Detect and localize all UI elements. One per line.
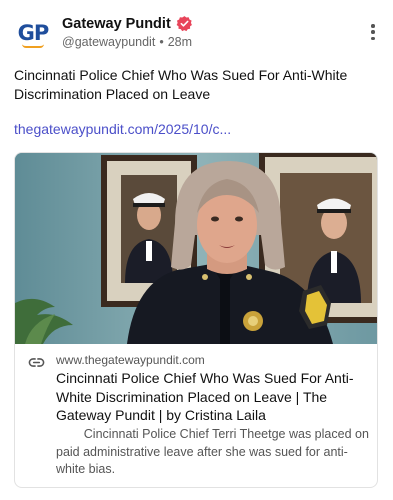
preview-domain: www.thegatewaypundit.com — [56, 353, 205, 367]
handle[interactable]: @gatewaypundit — [62, 35, 155, 49]
link-icon — [28, 358, 45, 367]
post-text: Cincinnati Police Chief Who Was Sued For… — [14, 67, 348, 102]
separator-dot: • — [159, 35, 164, 49]
verified-badge-icon — [176, 16, 192, 32]
preview-image[interactable] — [15, 153, 377, 344]
preview-photo-illustration — [15, 153, 377, 344]
link-preview-card[interactable]: www.thegatewaypundit.com Cincinnati Poli… — [14, 152, 378, 488]
preview-title[interactable]: Cincinnati Police Chief Who Was Sued For… — [56, 369, 374, 425]
avatar-swoosh — [22, 44, 44, 48]
post-header: GP Gateway Pundit @gatewaypundit • 28m — [14, 12, 379, 56]
post-link[interactable]: thegatewaypundit.com/2025/10/c... — [14, 121, 231, 137]
avatar-logo-text: GP — [17, 20, 50, 45]
display-name[interactable]: Gateway Pundit — [62, 16, 171, 32]
meta-line: @gatewaypundit • 28m — [62, 35, 192, 49]
name-line: Gateway Pundit — [62, 15, 193, 32]
preview-description: Cincinnati Police Chief Terri Theetge wa… — [56, 427, 369, 476]
avatar[interactable]: GP — [14, 16, 52, 54]
timestamp: 28m — [167, 35, 193, 49]
more-vertical-icon[interactable] — [365, 22, 381, 42]
